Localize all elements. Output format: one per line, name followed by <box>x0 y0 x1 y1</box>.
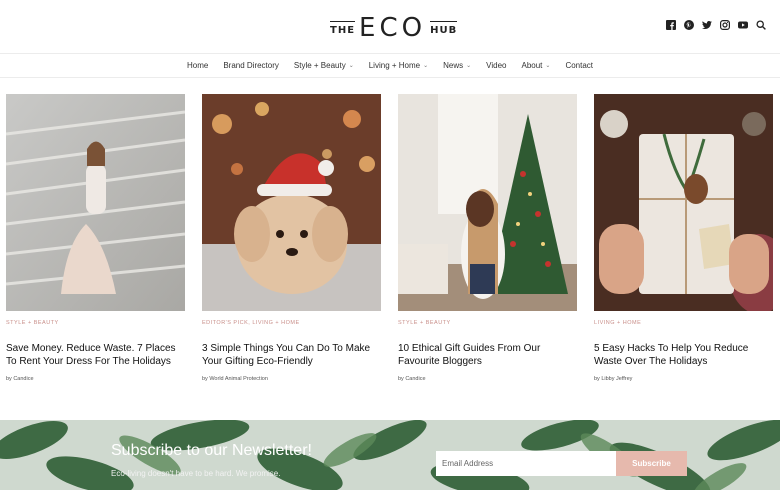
chevron-down-icon: ⌄ <box>466 63 472 69</box>
article-byline: by Candice <box>398 376 426 382</box>
nav-item-label: About <box>521 61 543 70</box>
nav-item-home[interactable]: Home <box>187 61 208 70</box>
youtube-icon[interactable] <box>738 20 748 30</box>
article-card: LIVING + HOME 5 Easy Hacks To Help You R… <box>594 94 773 382</box>
search-icon[interactable] <box>756 20 766 30</box>
email-input[interactable] <box>436 451 616 476</box>
chevron-down-icon: ⌄ <box>348 63 354 69</box>
article-byline: by World Animal Protection <box>202 376 268 382</box>
chevron-down-icon: ⌄ <box>423 63 429 69</box>
main-nav: Home Brand Directory Style + Beauty ⌄ Liv… <box>0 54 780 78</box>
site-logo[interactable]: THE ECO HUB <box>330 12 458 43</box>
article-category[interactable]: EDITOR'S PICK, LIVING + HOME <box>202 320 381 326</box>
nav-item-label: Contact <box>565 61 594 70</box>
newsletter-subtitle: Eco-living doesn't have to be hard. We p… <box>111 469 281 478</box>
article-title[interactable]: 5 Easy Hacks To Help You Reduce Waste Ov… <box>594 342 773 368</box>
nav-item-brand-directory[interactable]: Brand Directory <box>223 61 279 70</box>
social-links <box>666 20 766 30</box>
twitter-icon[interactable] <box>702 20 712 30</box>
article-card: EDITOR'S PICK, LIVING + HOME 3 Simple Th… <box>202 94 381 382</box>
article-title[interactable]: 3 Simple Things You Can Do To Make Your … <box>202 342 381 368</box>
nav-item-label: News <box>443 61 464 70</box>
logo-the: THE <box>330 21 356 36</box>
subscribe-button[interactable]: Subscribe <box>616 451 687 476</box>
newsletter-section: Subscribe to our Newsletter! Eco-living … <box>0 420 780 490</box>
article-image-christmas-tree[interactable] <box>398 94 577 311</box>
nav-item-label: Brand Directory <box>223 61 279 70</box>
nav-item-label: Style + Beauty <box>293 61 346 70</box>
nav-item-label: Video <box>486 61 507 70</box>
article-category[interactable]: STYLE + BEAUTY <box>398 320 577 326</box>
article-card: STYLE + BEAUTY Save Money. Reduce Waste.… <box>6 94 185 382</box>
nav-item-about[interactable]: About ⌄ <box>522 61 551 70</box>
article-image-gift[interactable] <box>594 94 773 311</box>
logo-eco: ECO <box>359 13 427 43</box>
site-header: THE ECO HUB <box>0 0 780 54</box>
article-title[interactable]: Save Money. Reduce Waste. 7 Places To Re… <box>6 342 185 368</box>
nav-item-video[interactable]: Video <box>486 61 506 70</box>
newsletter-title: Subscribe to our Newsletter! <box>111 442 312 459</box>
article-title[interactable]: 10 Ethical Gift Guides From Our Favourit… <box>398 342 577 368</box>
article-byline: by Candice <box>6 376 34 382</box>
nav-item-living-home[interactable]: Living + Home ⌄ <box>369 61 428 70</box>
article-card: STYLE + BEAUTY 10 Ethical Gift Guides Fr… <box>398 94 577 382</box>
article-byline: by Libby Jeffrey <box>594 376 633 382</box>
nav-item-style-beauty[interactable]: Style + Beauty ⌄ <box>294 61 354 70</box>
nav-item-label: Living + Home <box>368 61 421 70</box>
nav-item-news[interactable]: News ⌄ <box>443 61 471 70</box>
article-image-dress[interactable] <box>6 94 185 311</box>
article-category[interactable]: LIVING + HOME <box>594 320 773 326</box>
facebook-icon[interactable] <box>666 20 676 30</box>
chevron-down-icon: ⌄ <box>545 63 551 69</box>
pinterest-icon[interactable] <box>684 20 694 30</box>
article-grid: STYLE + BEAUTY Save Money. Reduce Waste.… <box>6 94 776 382</box>
article-image-puppy[interactable] <box>202 94 381 311</box>
nav-item-label: Home <box>186 61 209 70</box>
logo-hub: HUB <box>430 21 458 36</box>
instagram-icon[interactable] <box>720 20 730 30</box>
article-category[interactable]: STYLE + BEAUTY <box>6 320 185 326</box>
nav-item-contact[interactable]: Contact <box>565 61 593 70</box>
